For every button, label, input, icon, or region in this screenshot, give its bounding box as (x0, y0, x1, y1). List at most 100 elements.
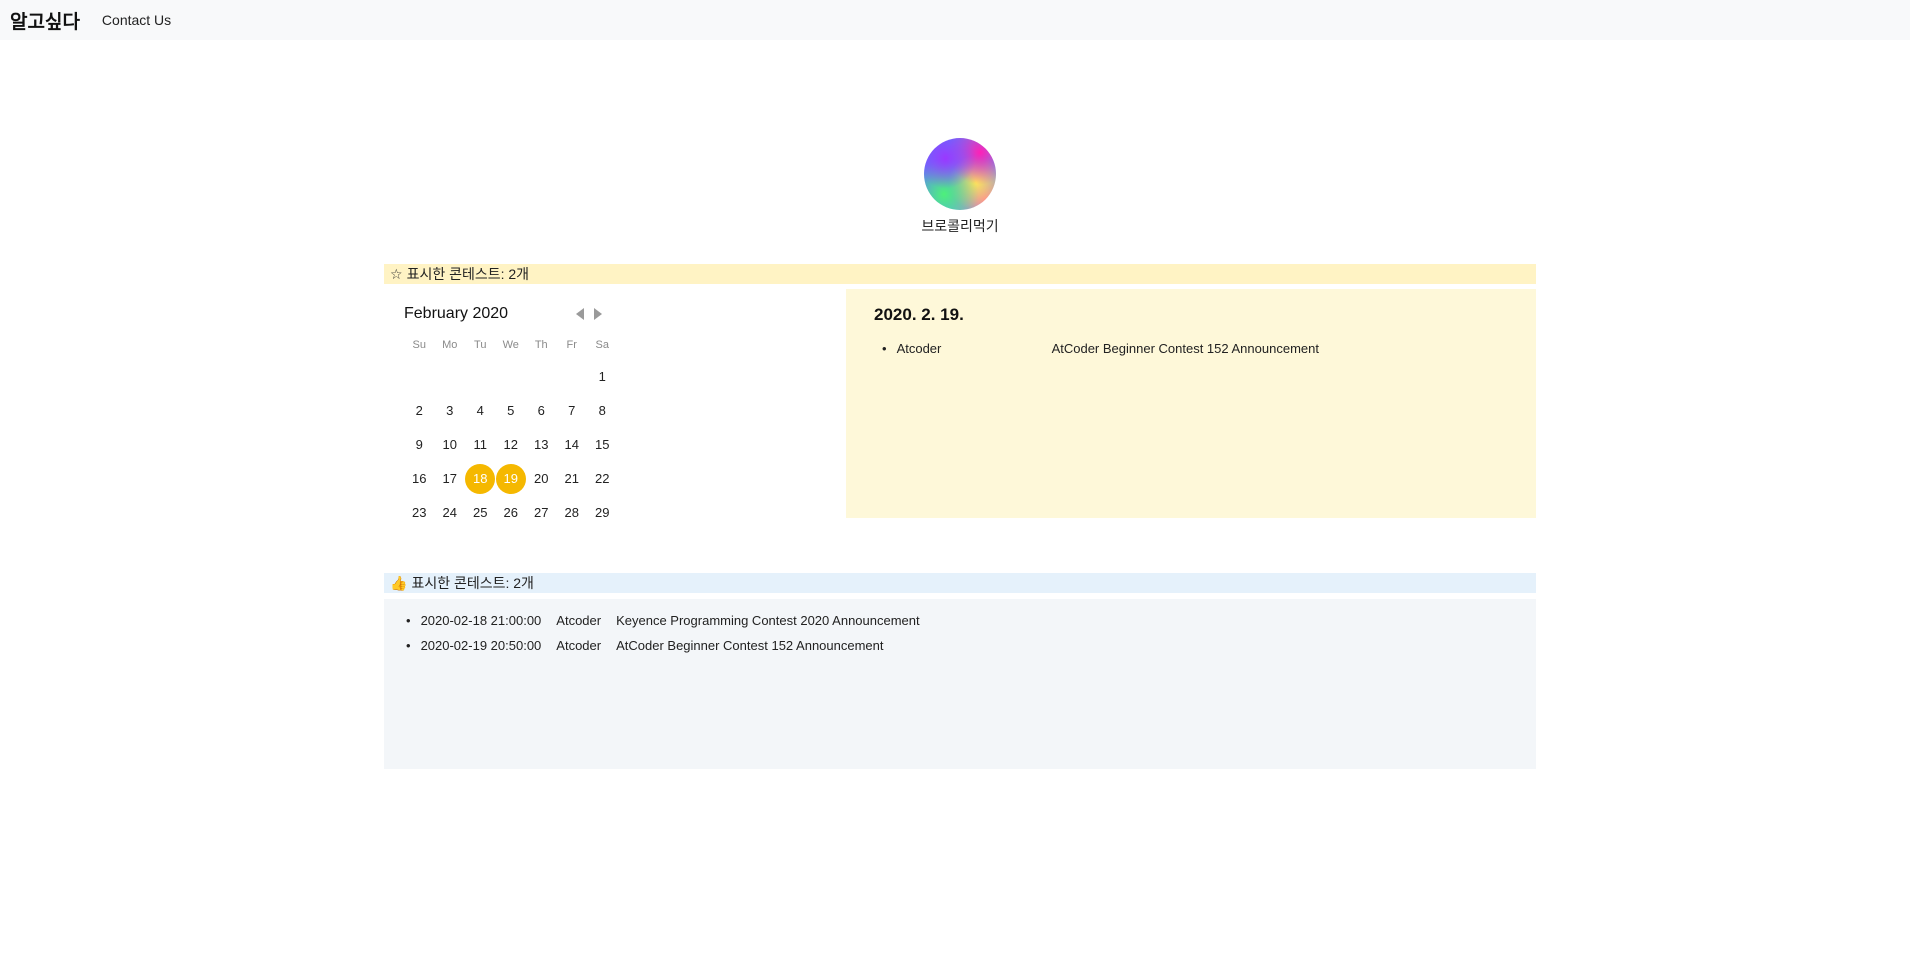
calendar-day[interactable]: 3 (435, 394, 466, 428)
calendar-day[interactable]: 6 (526, 394, 557, 428)
calendar-day-number: 12 (503, 437, 518, 452)
avatar (924, 138, 996, 210)
contest-site: Atcoder (896, 341, 942, 356)
calendar-day[interactable]: 16 (404, 462, 435, 496)
calendar-empty-cell (465, 360, 496, 394)
calendar-day-number: 6 (537, 403, 545, 418)
prev-month-icon[interactable] (576, 308, 584, 320)
weekday-label: We (502, 339, 519, 351)
contact-us-link[interactable]: Contact Us (102, 12, 171, 28)
calendar-day-number: 26 (503, 505, 518, 520)
calendar-day[interactable]: 11 (465, 428, 496, 462)
calendar-day-number: 24 (442, 505, 457, 520)
calendar-day[interactable]: 23 (404, 496, 435, 530)
calendar-day-number: 7 (568, 403, 576, 418)
weekday-label: Sa (595, 339, 609, 351)
thumbs-up-icon: 👍 (390, 574, 408, 591)
contest-name: AtCoder Beginner Contest 152 Announcemen… (1051, 341, 1319, 356)
calendar-month-title: February 2020 (404, 305, 509, 322)
calendar-day-number: 23 (412, 505, 427, 520)
calendar-day[interactable]: 25 (465, 496, 496, 530)
calendar-empty-cell (496, 360, 527, 394)
liked-contest-item[interactable]: 2020-02-18 21:00:00 Atcoder Keyence Progra… (406, 613, 1536, 638)
starred-header-text: 표시한 콘테스트: 2개 (406, 266, 530, 282)
liked-contests-list: 2020-02-18 21:00:00 Atcoder Keyence Progra… (406, 613, 1536, 663)
calendar-day[interactable]: 2 (404, 394, 435, 428)
calendar-day-number: 13 (534, 437, 549, 452)
calendar-day-number: 22 (595, 471, 610, 486)
calendar-day-number: 25 (473, 505, 488, 520)
calendar-day[interactable]: 28 (557, 496, 588, 530)
calendar-day[interactable]: 4 (465, 394, 496, 428)
username: 브로콜리먹기 (921, 218, 999, 234)
calendar-day[interactable]: 7 (557, 394, 588, 428)
calendar-day[interactable]: 14 (557, 428, 588, 462)
calendar-day-number: 16 (412, 471, 427, 486)
calendar-day-number: 27 (534, 505, 549, 520)
calendar-day-number: 5 (507, 403, 515, 418)
calendar-empty-cell (435, 360, 466, 394)
next-month-icon[interactable] (594, 308, 602, 320)
contest-site: Atcoder (556, 613, 602, 628)
weekday-label: Mo (442, 339, 458, 351)
navbar: 알고싶다 Contact Us (0, 0, 1910, 40)
selected-date: 2020. 2. 19. (874, 305, 964, 324)
calendar-day[interactable]: 24 (435, 496, 466, 530)
calendar-day-number: 10 (442, 437, 457, 452)
liked-contests-panel: 2020-02-18 21:00:00 Atcoder Keyence Progra… (384, 599, 1536, 769)
contest-name: AtCoder Beginner Contest 152 Announcemen… (616, 638, 884, 653)
calendar-day[interactable]: 29 (587, 496, 618, 530)
calendar-day[interactable]: 26 (496, 496, 527, 530)
calendar-day[interactable]: 1 (587, 360, 618, 394)
contest-time: 2020-02-18 21:00:00 (420, 613, 542, 628)
liked-contest-item[interactable]: 2020-02-19 20:50:00 Atcoder AtCoder Beginn… (406, 638, 1536, 663)
calendar-day-number: 14 (564, 437, 579, 452)
calendar-day[interactable]: 20 (526, 462, 557, 496)
calendar-day-number: 2 (415, 403, 423, 418)
calendar-day[interactable]: 10 (435, 428, 466, 462)
star-icon: ☆ (390, 265, 403, 282)
brand-logo[interactable]: 알고싶다 (10, 7, 80, 34)
calendar-day-number: 19 (495, 464, 526, 494)
liked-header-text: 표시한 콘테스트: 2개 (411, 575, 534, 591)
calendar-day[interactable]: 13 (526, 428, 557, 462)
calendar-day[interactable]: 27 (526, 496, 557, 530)
calendar-day-number: 17 (442, 471, 457, 486)
calendar-day[interactable]: 22 (587, 462, 618, 496)
calendar-day[interactable]: 21 (557, 462, 588, 496)
calendar-day[interactable]: 17 (435, 462, 466, 496)
calendar-empty-cell (557, 360, 588, 394)
weekday-label: Th (534, 339, 548, 351)
calendar-empty-cell (526, 360, 557, 394)
calendar-day-number: 9 (415, 437, 423, 452)
contest-site: Atcoder (556, 638, 602, 653)
calendar-day[interactable]: 15 (587, 428, 618, 462)
calendar-day[interactable]: 8 (587, 394, 618, 428)
calendar-days: 1 2 3 4 5 6 7 8 9 10 11 12 13 14 15 16 17 18 19 20 21 22 23 24 2… (404, 360, 609, 530)
calendar-day-number: 4 (476, 403, 484, 418)
selected-day-item[interactable]: Atcoder AtCoder Beginner Contest 152 Anno… (882, 341, 1508, 356)
calendar-day-number: 18 (465, 464, 496, 494)
selected-day-panel: 2020. 2. 19. Atcoder AtCoder Beginner Con… (846, 289, 1536, 518)
weekday-label: Su (412, 339, 426, 351)
calendar-day[interactable]: 18 (465, 462, 496, 496)
calendar-day-number: 8 (598, 403, 606, 418)
weekday-label: Tu (474, 339, 487, 351)
calendar-day-number: 28 (564, 505, 579, 520)
contest-name: Keyence Programming Contest 2020 Announc… (616, 613, 920, 628)
calendar-day[interactable]: 19 (495, 462, 527, 496)
weekday-header: Su Mo Tu We Th Fr Sa (404, 336, 609, 354)
calendar-day-number: 15 (595, 437, 610, 452)
calendar-day-number: 3 (446, 403, 454, 418)
calendar-day-number: 11 (473, 437, 488, 452)
selected-day-list: Atcoder AtCoder Beginner Contest 152 Anno… (874, 341, 1508, 356)
starred-contests-header: ☆ 표시한 콘테스트: 2개 (384, 264, 1536, 284)
calendar: February 2020 Su Mo Tu We Th Fr Sa 1 2 3 4 5 6 7 8 9 10… (404, 302, 609, 530)
calendar-day-number: 20 (534, 471, 549, 486)
profile: 브로콜리먹기 (384, 138, 1536, 236)
calendar-day[interactable]: 12 (496, 428, 527, 462)
calendar-empty-cell (404, 360, 435, 394)
contest-time: 2020-02-19 20:50:00 (420, 638, 542, 653)
calendar-day[interactable]: 5 (496, 394, 527, 428)
calendar-day[interactable]: 9 (404, 428, 435, 462)
